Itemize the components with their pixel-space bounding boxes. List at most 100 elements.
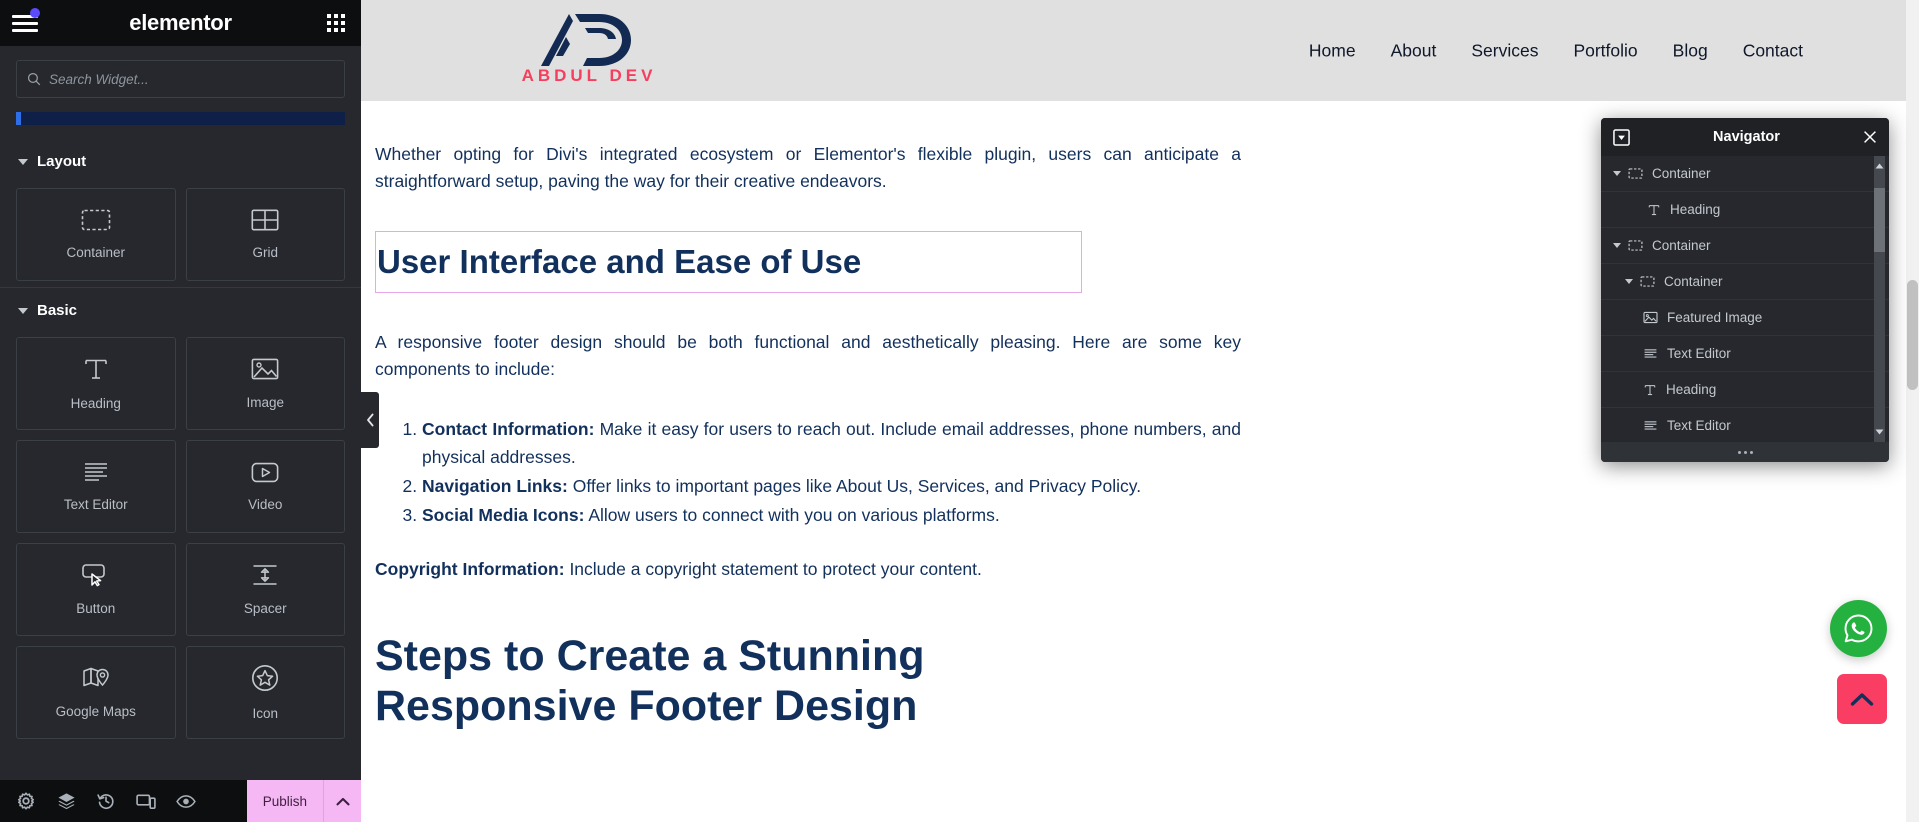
settings-icon[interactable]: [6, 780, 46, 822]
responsive-icon[interactable]: [126, 780, 166, 822]
widget-video[interactable]: Video: [185, 440, 345, 533]
widget-container[interactable]: Container: [16, 188, 176, 281]
widget-button[interactable]: Button: [16, 543, 176, 636]
nav-item-about[interactable]: About: [1391, 40, 1437, 61]
navigator-tree[interactable]: Container Heading Container Container Fe…: [1601, 156, 1889, 442]
navigator-header[interactable]: Navigator: [1601, 118, 1889, 156]
apps-grid-icon[interactable]: [327, 14, 345, 32]
category-layout-label: Layout: [37, 153, 87, 170]
navigator-item-text-editor[interactable]: Text Editor: [1601, 336, 1889, 372]
navigator-item-label: Container: [1652, 166, 1711, 181]
widget-spacer[interactable]: Spacer: [185, 543, 345, 636]
list-item-desc: Allow users to connect with you on vario…: [588, 504, 1000, 525]
widget-image-label: Image: [246, 395, 285, 410]
nav-item-blog[interactable]: Blog: [1673, 40, 1708, 61]
navigator-item-heading[interactable]: Heading: [1601, 372, 1889, 408]
heading-icon: [1643, 383, 1657, 397]
text-editor-icon: [1643, 420, 1658, 432]
nav-item-home[interactable]: Home: [1309, 40, 1356, 61]
widget-button-label: Button: [76, 601, 116, 616]
image-icon: [251, 358, 279, 380]
search-icon: [27, 72, 41, 86]
list-item: Social Media Icons: Allow users to conne…: [422, 502, 1241, 529]
category-basic-label: Basic: [37, 302, 78, 319]
navigator-item-label: Featured Image: [1667, 310, 1763, 325]
navigator-resize-handle[interactable]: [1601, 442, 1889, 462]
second-paragraph: A responsive footer design should be bot…: [375, 332, 1241, 380]
nav-item-contact[interactable]: Contact: [1743, 40, 1803, 61]
container-icon: [81, 209, 111, 231]
star-icon: [252, 665, 279, 691]
widget-icon[interactable]: Icon: [185, 646, 345, 739]
scroll-down-icon[interactable]: [1874, 424, 1885, 440]
widget-video-label: Video: [248, 496, 283, 512]
key-components-list: Contact Information: Make it easy for us…: [375, 416, 1241, 529]
chevron-down-icon[interactable]: [1613, 243, 1621, 248]
chevron-down-icon[interactable]: [1625, 279, 1633, 284]
dock-icon[interactable]: [1613, 128, 1630, 146]
panel-collapse-button[interactable]: [361, 392, 379, 448]
widget-google-maps[interactable]: Google Maps: [16, 646, 176, 739]
list-item: Navigation Links: Offer links to importa…: [422, 473, 1241, 500]
navigator-item-container[interactable]: Container: [1601, 156, 1889, 192]
navigator-title: Navigator: [1713, 129, 1780, 145]
navigator-item-label: Heading: [1666, 382, 1717, 397]
navigator-item-container[interactable]: Container: [1601, 228, 1889, 264]
navigator-scroll-thumb[interactable]: [1874, 188, 1885, 252]
text-editor-icon: [1643, 348, 1658, 360]
page-scrollbar[interactable]: [1906, 0, 1919, 822]
list-item: Contact Information: Make it easy for us…: [422, 416, 1241, 470]
widget-google-maps-label: Google Maps: [55, 704, 136, 719]
whatsapp-icon: [1844, 614, 1873, 643]
scroll-to-top-button[interactable]: [1837, 674, 1887, 724]
container-icon: [1628, 240, 1643, 251]
whatsapp-button[interactable]: [1830, 600, 1887, 657]
elementor-logo: elementor: [129, 10, 232, 35]
text-editor-icon: [84, 463, 107, 481]
navigator-item-heading[interactable]: Heading: [1601, 192, 1889, 228]
nav-item-portfolio[interactable]: Portfolio: [1573, 40, 1637, 61]
page-scroll-thumb[interactable]: [1907, 280, 1918, 390]
widget-grid[interactable]: Grid: [185, 188, 345, 281]
widget-text-editor[interactable]: Text Editor: [16, 440, 176, 533]
layers-icon[interactable]: [46, 780, 86, 822]
site-logo[interactable]: ABDUL DEV: [513, 8, 665, 86]
navigator-item-text-editor[interactable]: Text Editor: [1601, 408, 1889, 442]
widget-grid-label: Grid: [252, 245, 278, 260]
hamburger-icon[interactable]: [12, 8, 40, 34]
navigator-item-featured-image[interactable]: Featured Image: [1601, 300, 1889, 336]
search-input[interactable]: [49, 71, 334, 87]
history-icon[interactable]: [86, 780, 126, 822]
close-icon[interactable]: [1863, 130, 1877, 144]
category-basic: Basic Heading Image Text Editor Video Bu…: [0, 288, 361, 739]
search-widget-box[interactable]: [16, 60, 345, 98]
publish-button[interactable]: Publish: [246, 780, 323, 822]
chevron-down-icon: [18, 307, 28, 314]
navigator-scrollbar[interactable]: [1874, 156, 1885, 442]
selected-heading-widget[interactable]: User Interface and Ease of Use: [375, 231, 1082, 294]
widget-list-scroll[interactable]: Layout Container Grid Basic Heading Imag…: [0, 125, 361, 780]
scroll-up-icon[interactable]: [1874, 158, 1885, 174]
bottom-heading: Steps to Create a Stunning Responsive Fo…: [375, 631, 925, 730]
widget-image[interactable]: Image: [185, 337, 345, 430]
category-layout: Layout Container Grid: [0, 139, 361, 281]
basic-widgets: Heading Image Text Editor Video Button S…: [0, 331, 361, 739]
publish-options-button[interactable]: [323, 780, 361, 822]
widget-heading[interactable]: Heading: [16, 337, 176, 430]
list-item-desc: Offer links to important pages like Abou…: [572, 475, 1142, 496]
navigator-item-label: Text Editor: [1667, 346, 1731, 361]
notification-dot: [30, 8, 40, 18]
navigator-item-container[interactable]: Container: [1601, 264, 1889, 300]
nav-item-services[interactable]: Services: [1471, 40, 1538, 61]
preview-icon[interactable]: [166, 780, 206, 822]
chevron-down-icon[interactable]: [1613, 171, 1621, 176]
progress-fill: [16, 112, 21, 125]
navigator-items: Container Heading Container Container Fe…: [1601, 156, 1889, 442]
category-basic-header[interactable]: Basic: [0, 288, 361, 331]
navigator-item-label: Container: [1664, 274, 1723, 289]
copyright-desc: Include a copyright statement to protect…: [569, 558, 982, 579]
elementor-editor-window: elementor L: [0, 0, 1919, 822]
category-layout-header[interactable]: Layout: [0, 139, 361, 182]
